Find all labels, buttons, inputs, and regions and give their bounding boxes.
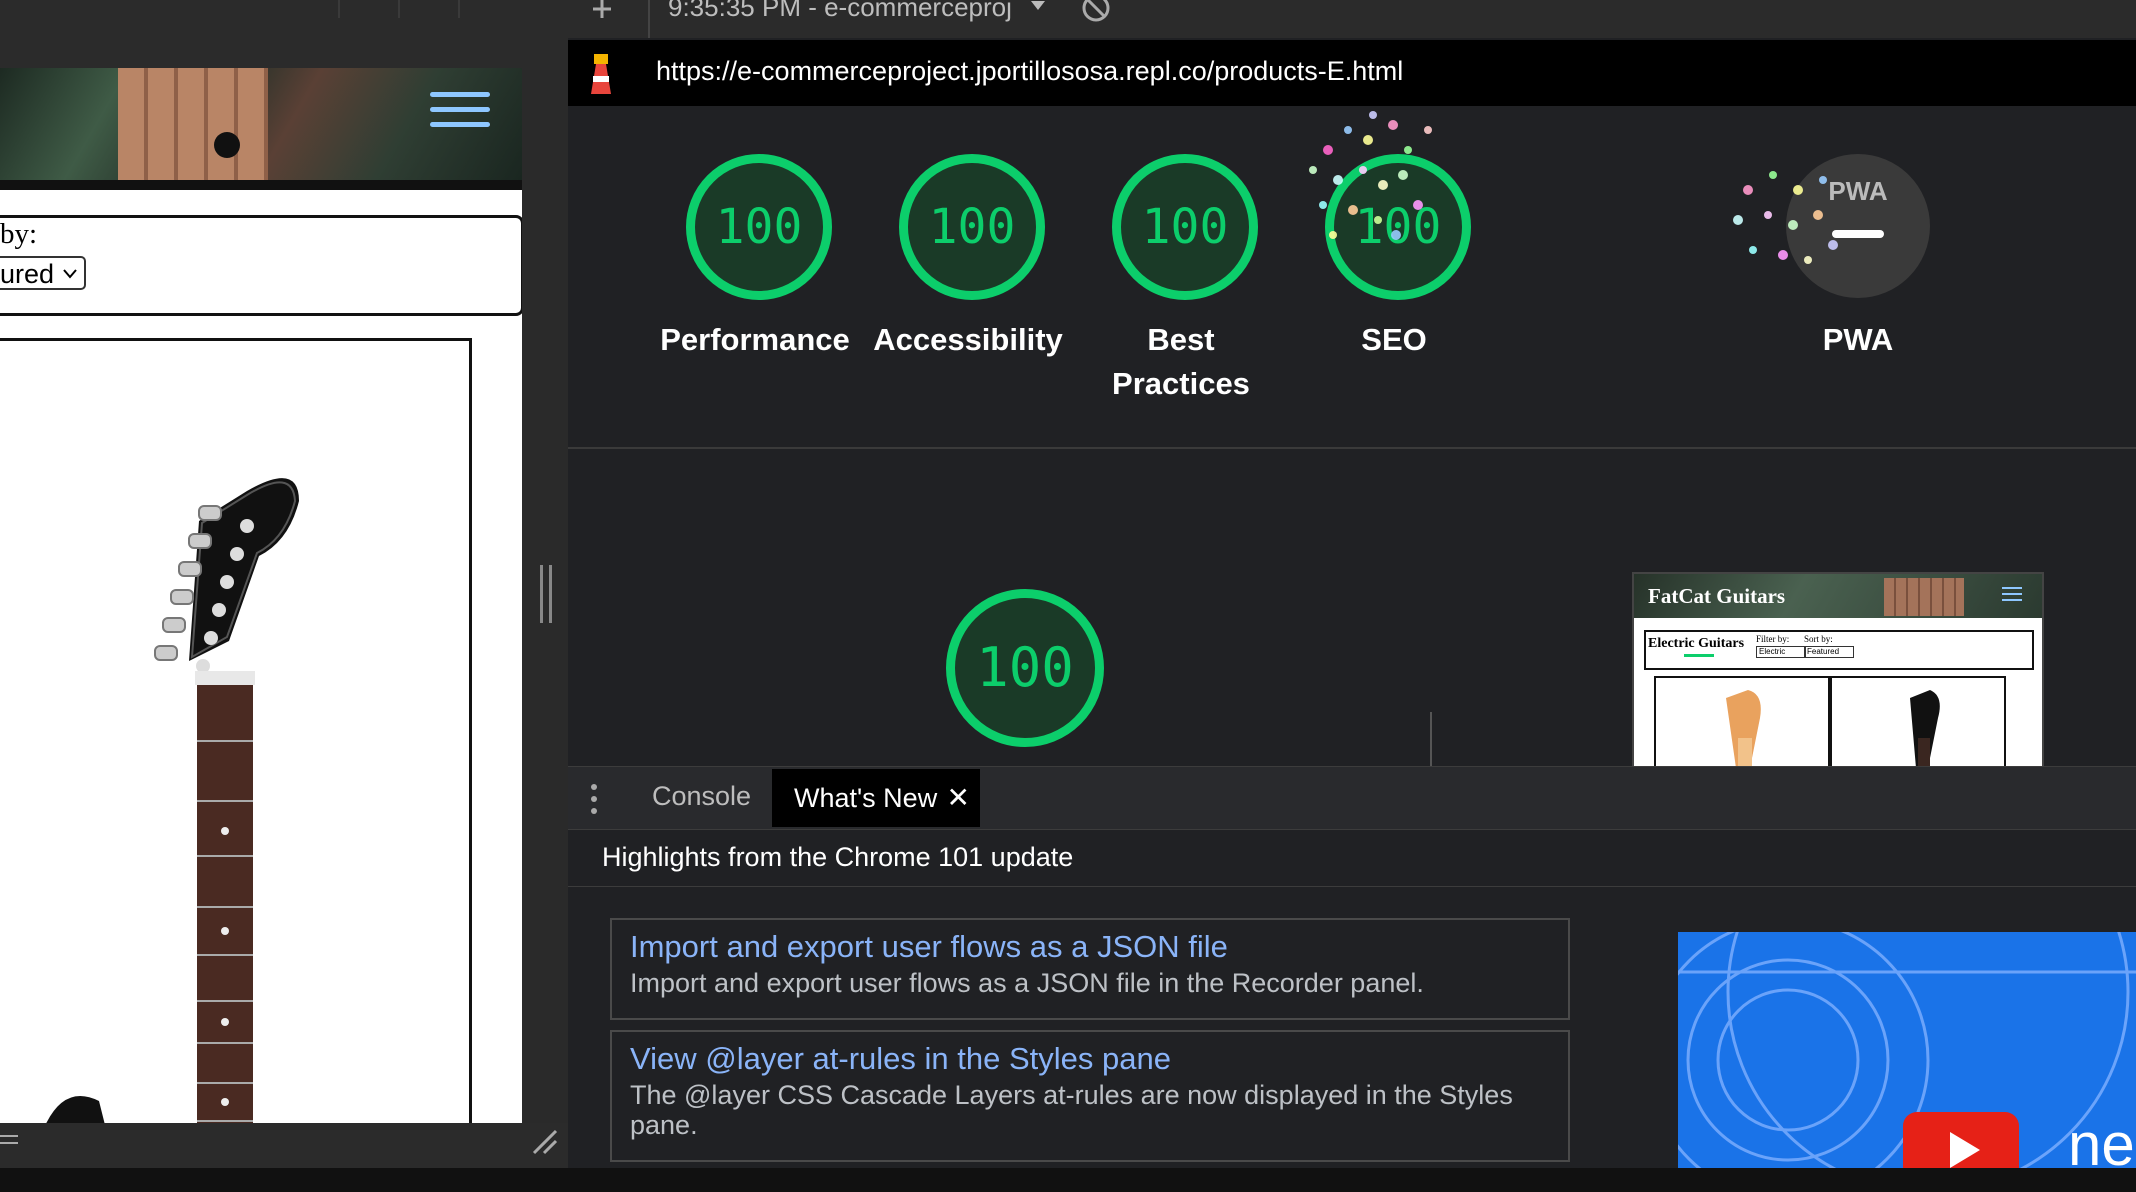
chevron-down-icon bbox=[63, 269, 77, 279]
thumb-sort-select: Featured bbox=[1804, 646, 1854, 658]
sort-select[interactable]: ured bbox=[0, 256, 86, 290]
toolbar-segment[interactable] bbox=[0, 0, 340, 18]
hamburger-menu-icon bbox=[2002, 587, 2022, 601]
thumb-underline bbox=[1684, 654, 1714, 657]
sort-select-value: ured bbox=[0, 259, 55, 289]
emulation-footer bbox=[0, 1123, 568, 1169]
report-tab-strip: 9:35:35 PM - e-commerceproj bbox=[568, 0, 2136, 38]
hero-banner bbox=[0, 68, 522, 180]
page-screenshot-thumbnail[interactable]: FatCat Guitars Electric Guitars Filter b… bbox=[1632, 572, 2044, 768]
guitar-image bbox=[46, 478, 299, 1123]
confetti-decoration bbox=[1309, 111, 1432, 240]
hamburger-menu-icon[interactable] bbox=[430, 92, 490, 136]
item-title[interactable]: Import and export user flows as a JSON f… bbox=[630, 928, 1550, 966]
thumb-filter-label: Filter by: bbox=[1756, 634, 1790, 644]
pane-resize-handle[interactable] bbox=[540, 565, 552, 623]
item-title[interactable]: View @layer at-rules in the Styles pane bbox=[630, 1040, 1550, 1078]
kebab-menu-icon[interactable] bbox=[588, 783, 600, 815]
tab-whats-new[interactable]: What's New ✕ bbox=[772, 769, 980, 827]
thumb-sort-label: Sort by: bbox=[1804, 634, 1833, 644]
block-icon[interactable] bbox=[1080, 0, 1112, 26]
toolbar-segment[interactable] bbox=[400, 0, 460, 18]
close-icon[interactable]: ✕ bbox=[947, 769, 970, 827]
list-icon bbox=[0, 1135, 18, 1144]
report-tab-title[interactable]: 9:35:35 PM - e-commerceproj bbox=[668, 0, 1012, 23]
best-practices-gauge[interactable]: 100 bbox=[1112, 154, 1258, 300]
item-description: The @layer CSS Cascade Layers at-rules a… bbox=[630, 1080, 1513, 1140]
best-practices-label[interactable]: Best Practices bbox=[1081, 318, 1281, 406]
pwa-label[interactable]: PWA bbox=[1758, 318, 1958, 362]
drawer-tabbar: Console What's New ✕ bbox=[568, 766, 2136, 830]
thumb-guitar-image bbox=[1910, 690, 1940, 768]
highlights-divider bbox=[568, 886, 2136, 887]
lighthouse-icon bbox=[591, 54, 611, 94]
emulation-toolbar bbox=[0, 0, 568, 70]
thumb-header: FatCat Guitars bbox=[1634, 574, 2042, 618]
sort-label: by: bbox=[0, 218, 38, 250]
tab-divider bbox=[648, 0, 650, 38]
video-caption: ne bbox=[2068, 1111, 2135, 1168]
item-description: Import and export user flows as a JSON f… bbox=[630, 968, 1424, 998]
whats-new-item[interactable]: View @layer at-rules in the Styles pane … bbox=[610, 1030, 1570, 1162]
status-bar bbox=[0, 1168, 2136, 1192]
emulated-page: by: ured bbox=[0, 68, 522, 1123]
thumb-heading: Electric Guitars bbox=[1648, 636, 1745, 651]
thumb-fretboard bbox=[1884, 578, 1964, 616]
tab-console[interactable]: Console bbox=[652, 781, 751, 812]
url-bar: https://e-commerceproject.jportillososa.… bbox=[568, 40, 2136, 106]
metric-gauge[interactable]: 100 bbox=[946, 589, 1104, 747]
thumb-filter-bar: Electric Guitars Filter by: Electric Sor… bbox=[1644, 630, 2034, 670]
confetti-decoration bbox=[1733, 171, 1838, 264]
devtools-panel: 9:35:35 PM - e-commerceproj https://e-co… bbox=[568, 0, 2136, 1192]
fretboard-image bbox=[118, 68, 268, 180]
performance-label[interactable]: Performance bbox=[655, 318, 855, 362]
resize-handle-icon[interactable] bbox=[530, 1127, 560, 1157]
device-emulation-pane: by: ured bbox=[0, 0, 568, 1192]
section-divider bbox=[568, 447, 2136, 449]
whats-new-item[interactable]: Import and export user flows as a JSON f… bbox=[610, 918, 1570, 1020]
page-url[interactable]: https://e-commerceproject.jportillososa.… bbox=[656, 56, 1403, 87]
video-thumbnail[interactable]: ne bbox=[1678, 932, 2136, 1168]
fret-inlay bbox=[214, 132, 240, 158]
product-card[interactable] bbox=[0, 338, 472, 1123]
thumb-guitar-image bbox=[1726, 690, 1761, 768]
hero-border bbox=[0, 180, 522, 190]
thumb-product-1 bbox=[1654, 676, 1830, 768]
new-tab-icon[interactable] bbox=[590, 0, 614, 20]
seo-label[interactable]: SEO bbox=[1294, 318, 1494, 362]
dropdown-arrow-icon[interactable] bbox=[1030, 0, 1046, 12]
thumb-product-2 bbox=[1830, 676, 2006, 768]
tab-whats-new-label: What's New bbox=[794, 783, 938, 813]
toolbar-segment[interactable] bbox=[340, 0, 400, 18]
accessibility-gauge[interactable]: 100 bbox=[899, 154, 1045, 300]
accessibility-label[interactable]: Accessibility bbox=[868, 318, 1068, 362]
metric-divider bbox=[1430, 712, 1432, 766]
thumb-brand: FatCat Guitars bbox=[1648, 584, 1786, 608]
performance-gauge[interactable]: 100 bbox=[686, 154, 832, 300]
thumb-filter-select: Electric bbox=[1756, 646, 1806, 658]
highlights-heading: Highlights from the Chrome 101 update bbox=[602, 842, 1074, 872]
